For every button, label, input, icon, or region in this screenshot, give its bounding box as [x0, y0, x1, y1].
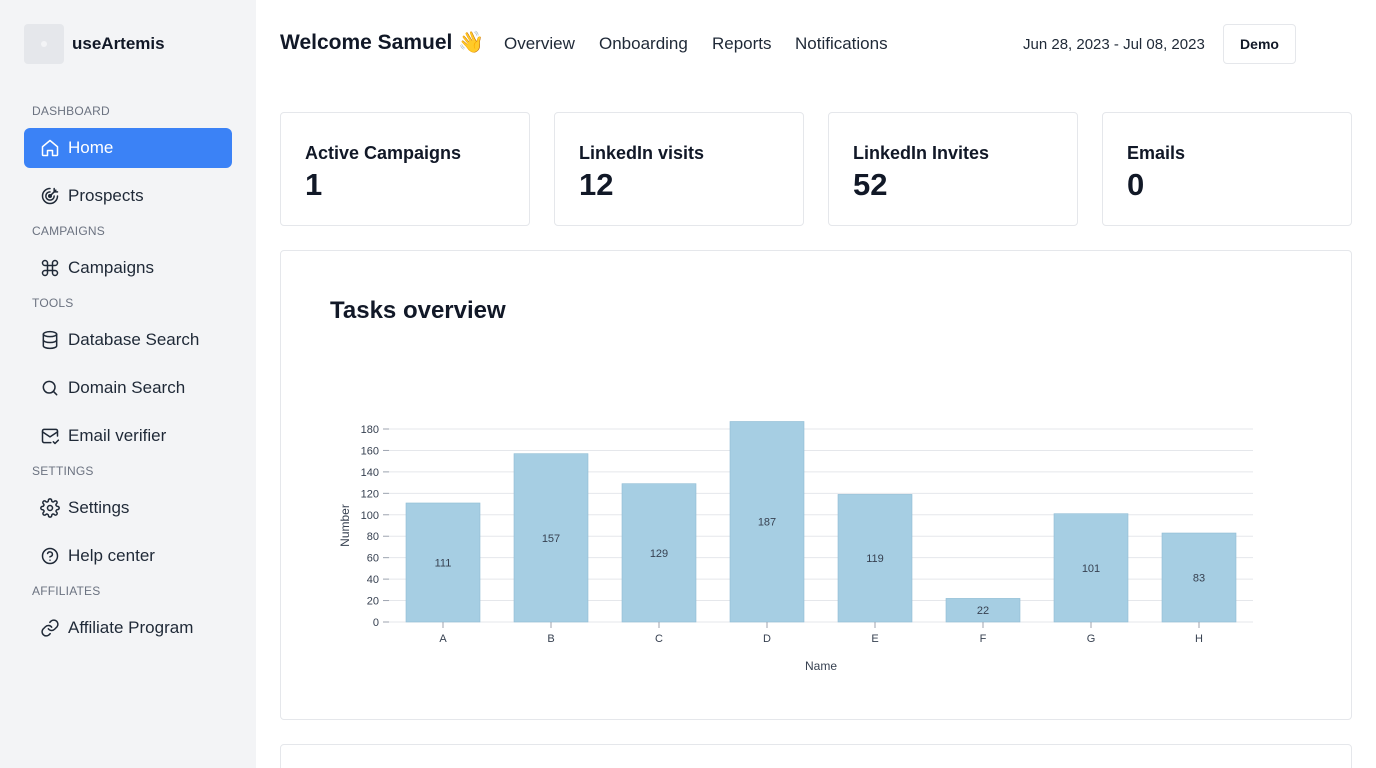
- date-range-picker[interactable]: Jun 28, 2023 - Jul 08, 2023: [1023, 36, 1205, 53]
- y-axis-label: Number: [338, 504, 352, 547]
- stat-value: 52: [853, 167, 888, 202]
- bar-value-label: 129: [650, 548, 668, 560]
- section-label-tools: TOOLS: [32, 296, 74, 310]
- tab-overview[interactable]: Overview: [504, 34, 575, 54]
- brand[interactable]: useArtemis: [24, 24, 165, 64]
- stat-label: Emails: [1127, 143, 1186, 163]
- sidebar: useArtemis DASHBOARD Home Prospects CAMP…: [0, 0, 256, 768]
- stat-value: 1: [305, 167, 323, 202]
- y-tick-label: 20: [367, 596, 379, 608]
- tab-notifications[interactable]: Notifications: [795, 34, 888, 54]
- x-tick-label: G: [1087, 633, 1096, 645]
- bar-value-label: 101: [1082, 563, 1100, 575]
- target-icon: [41, 187, 59, 205]
- sidebar-item-campaigns[interactable]: Campaigns: [24, 248, 232, 288]
- sidebar-item-label: Settings: [68, 498, 130, 517]
- y-tick-label: 140: [361, 467, 379, 479]
- bar-value-label: 157: [542, 533, 560, 545]
- stat-card-active-campaigns: Active Campaigns 1: [280, 112, 530, 226]
- sidebar-item-label: Domain Search: [68, 378, 186, 397]
- stat-label: LinkedIn visits: [579, 143, 705, 163]
- command-icon: [41, 259, 59, 277]
- x-tick-label: C: [655, 633, 663, 645]
- y-tick-label: 40: [367, 574, 379, 586]
- section-label-campaigns: CAMPAIGNS: [32, 224, 105, 238]
- sidebar-item-settings[interactable]: Settings: [24, 488, 232, 528]
- sidebar-item-label: Affiliate Program: [68, 618, 194, 637]
- y-tick-label: 80: [367, 531, 379, 543]
- stat-card-emails: Emails 0: [1102, 112, 1352, 226]
- bar-value-label: 187: [758, 517, 776, 529]
- demo-button[interactable]: Demo: [1223, 24, 1296, 64]
- y-tick-label: 180: [361, 424, 379, 436]
- gear-icon: [40, 498, 60, 518]
- stat-card-linkedin-visits: LinkedIn visits 12: [554, 112, 804, 226]
- help-circle-icon: [41, 547, 59, 565]
- sidebar-item-prospects[interactable]: Prospects: [24, 176, 232, 216]
- x-tick-label: H: [1195, 633, 1203, 645]
- database-icon: [42, 330, 58, 350]
- bar-value-label: 22: [977, 605, 989, 617]
- stat-value: 12: [579, 167, 614, 202]
- y-tick-label: 100: [361, 510, 379, 522]
- mail-check-icon: [41, 428, 60, 445]
- x-tick-label: E: [871, 633, 878, 645]
- section-label-settings: SETTINGS: [32, 464, 94, 478]
- x-tick-label: D: [763, 633, 771, 645]
- tab-onboarding[interactable]: Onboarding: [599, 34, 688, 54]
- y-tick-label: 0: [373, 617, 379, 629]
- x-axis-label: Name: [805, 659, 837, 673]
- bar-value-label: 83: [1193, 573, 1205, 585]
- sidebar-item-label: Email verifier: [68, 426, 167, 445]
- sidebar-item-help-center[interactable]: Help center: [24, 536, 232, 576]
- y-tick-label: 120: [361, 488, 379, 500]
- sidebar-item-label: Database Search: [68, 330, 200, 349]
- sidebar-item-email-verifier[interactable]: Email verifier: [24, 416, 232, 456]
- brand-logo: [24, 24, 64, 64]
- sidebar-item-label: Help center: [68, 546, 155, 565]
- sidebar-item-label: Campaigns: [68, 258, 154, 277]
- x-tick-label: F: [980, 633, 987, 645]
- x-tick-label: A: [439, 633, 447, 645]
- brand-name: useArtemis: [72, 34, 165, 53]
- stat-label: LinkedIn Invites: [853, 143, 990, 163]
- sidebar-item-database-search[interactable]: Database Search: [24, 320, 232, 360]
- sidebar-item-label: Prospects: [68, 186, 144, 205]
- bar-value-label: 119: [866, 553, 884, 565]
- bar-value-label: 111: [435, 557, 452, 569]
- sidebar-item-home[interactable]: Home: [24, 128, 232, 168]
- sidebar-item-affiliate-program[interactable]: Affiliate Program: [24, 608, 232, 648]
- tab-reports[interactable]: Reports: [712, 34, 772, 54]
- sidebar-item-label: Home: [68, 138, 114, 157]
- home-icon: [41, 139, 59, 157]
- stat-card-linkedin-invites: LinkedIn Invites 52: [828, 112, 1078, 226]
- y-tick-label: 60: [367, 553, 379, 565]
- x-tick-label: B: [547, 633, 554, 645]
- search-icon: [42, 380, 58, 396]
- tasks-bar-chart: 0 20 40 60 80 100 120 140 160 180 111 A 157 B 129 C 187 D…: [338, 421, 1253, 673]
- y-tick-label: 160: [361, 445, 379, 457]
- section-label-affiliates: AFFILIATES: [32, 584, 101, 598]
- stat-value: 0: [1127, 167, 1145, 202]
- section-label-dashboard: DASHBOARD: [32, 104, 110, 118]
- link-icon: [41, 619, 59, 637]
- stat-label: Active Campaigns: [305, 143, 462, 163]
- secondary-card: [280, 744, 1352, 768]
- tasks-overview-card: Tasks overview 0 20 40 60 80 100 120 140 160 180 1…: [280, 250, 1352, 720]
- sidebar-item-domain-search[interactable]: Domain Search: [24, 368, 232, 408]
- page-title: Welcome Samuel 👋: [280, 31, 485, 54]
